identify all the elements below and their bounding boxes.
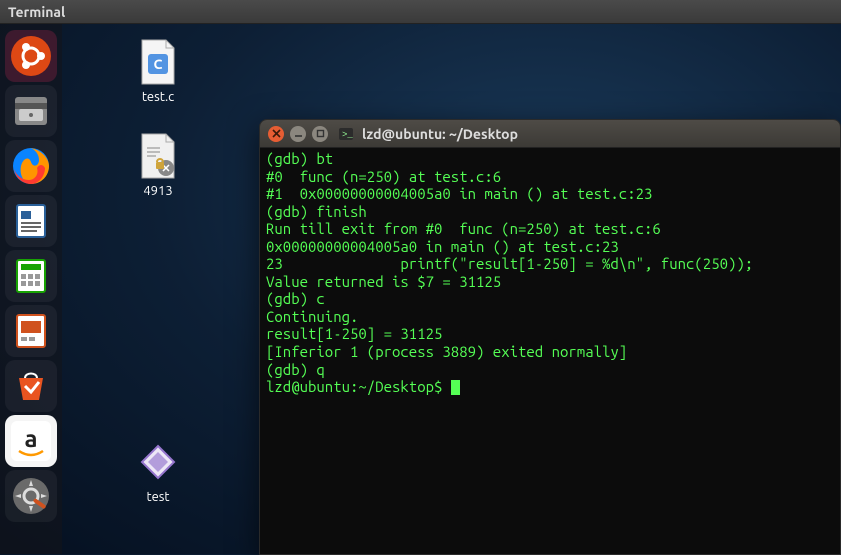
files-icon	[9, 89, 53, 133]
launcher-calc[interactable]	[5, 250, 57, 302]
launcher-writer[interactable]	[5, 195, 57, 247]
settings-icon	[9, 474, 53, 518]
writer-icon	[9, 199, 53, 243]
locked-file-icon: ✕	[134, 132, 182, 180]
terminal-line: Value returned is $7 = 31125	[266, 273, 834, 291]
window-maximize-button[interactable]	[312, 126, 328, 142]
impress-icon	[9, 309, 53, 353]
c-source-icon: C	[134, 38, 182, 86]
maximize-icon	[316, 129, 325, 138]
terminal-prompt-line: lzd@ubuntu:~/Desktop$	[266, 378, 834, 396]
terminal-prompt: lzd@ubuntu:~/Desktop$	[266, 378, 451, 395]
terminal-title-icon: >_	[338, 126, 354, 142]
close-icon	[272, 129, 281, 138]
amazon-icon: a	[9, 419, 53, 463]
terminal-line: result[1-250] = 31125	[266, 325, 834, 343]
svg-text:C: C	[154, 56, 163, 72]
terminal-window[interactable]: >_ lzd@ubuntu: ~/Desktop (gdb) bt#0 func…	[259, 119, 841, 555]
menubar-active-app: Terminal	[8, 4, 65, 20]
top-menubar: Terminal	[0, 0, 841, 24]
terminal-line: Run till exit from #0 func (n=250) at te…	[266, 220, 834, 238]
calc-icon	[9, 254, 53, 298]
desktop-icon-test-c[interactable]: C test.c	[118, 38, 198, 104]
terminal-line: Continuing.	[266, 308, 834, 326]
window-close-button[interactable]	[268, 126, 284, 142]
terminal-line: [Inferior 1 (process 3889) exited normal…	[266, 343, 834, 361]
terminal-line: 23 printf("result[1-250] = %d\n", func(2…	[266, 255, 834, 273]
terminal-line: (gdb) finish	[266, 203, 834, 221]
terminal-title-text: lzd@ubuntu: ~/Desktop	[362, 126, 518, 142]
terminal-line: (gdb) bt	[266, 150, 834, 168]
terminal-titlebar[interactable]: >_ lzd@ubuntu: ~/Desktop	[260, 120, 840, 148]
desktop-area[interactable]: C test.c ✕ 4913	[62, 24, 841, 554]
software-center-icon	[9, 364, 53, 408]
svg-text:a: a	[24, 425, 37, 452]
window-minimize-button[interactable]	[290, 126, 306, 142]
launcher-files[interactable]	[5, 85, 57, 137]
launcher-dash[interactable]	[5, 30, 57, 82]
desktop-icon-4913[interactable]: ✕ 4913	[118, 132, 198, 198]
terminal-cursor	[451, 380, 460, 395]
terminal-line: 0x00000000004005a0 in main () at test.c:…	[266, 238, 834, 256]
desktop-icon-label: test	[146, 490, 169, 504]
launcher-software-center[interactable]	[5, 360, 57, 412]
desktop-icon-test[interactable]: test	[118, 438, 198, 504]
ubuntu-icon	[9, 34, 53, 78]
terminal-output[interactable]: (gdb) bt#0 func (n=250) at test.c:6#1 0x…	[260, 148, 840, 398]
launcher-dock: a	[0, 24, 62, 554]
launcher-settings[interactable]	[5, 470, 57, 522]
firefox-icon	[9, 144, 53, 188]
terminal-line: (gdb) c	[266, 290, 834, 308]
desktop-icon-label: 4913	[143, 184, 172, 198]
launcher-firefox[interactable]	[5, 140, 57, 192]
terminal-line: #1 0x00000000004005a0 in main () at test…	[266, 185, 834, 203]
launcher-impress[interactable]	[5, 305, 57, 357]
desktop-icon-label: test.c	[142, 90, 174, 104]
minimize-icon	[294, 129, 303, 138]
terminal-line: #0 func (n=250) at test.c:6	[266, 168, 834, 186]
executable-icon	[134, 438, 182, 486]
launcher-amazon[interactable]: a	[5, 415, 57, 467]
terminal-line: (gdb) q	[266, 361, 834, 379]
svg-text:>_: >_	[342, 130, 353, 140]
